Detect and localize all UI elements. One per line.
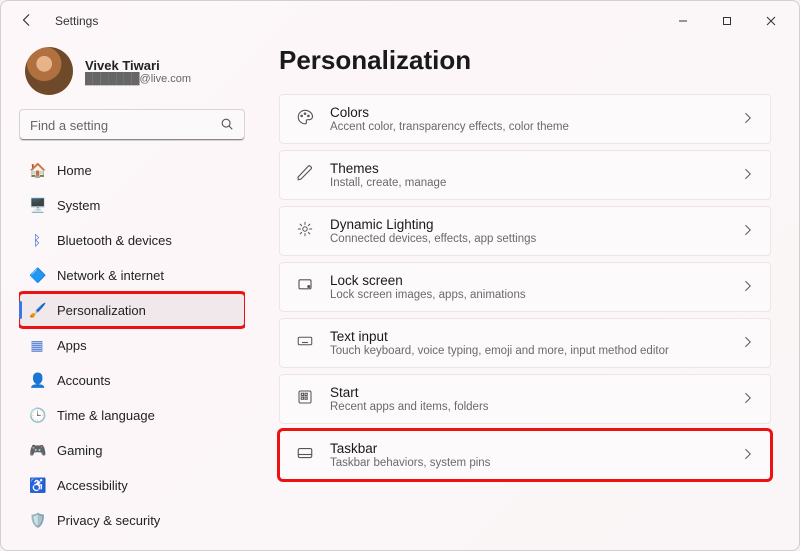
card-text: TaskbarTaskbar behaviors, system pins — [330, 441, 726, 469]
sidebar-item-label: Accounts — [57, 373, 110, 388]
spark-icon — [296, 220, 314, 243]
sidebar-item-accounts[interactable]: 👤 Accounts — [19, 363, 245, 397]
card-subtitle: Touch keyboard, voice typing, emoji and … — [330, 345, 726, 357]
sidebar-item-privacy[interactable]: 🛡️ Privacy & security — [19, 503, 245, 537]
close-button[interactable] — [749, 6, 793, 36]
sidebar-item-gaming[interactable]: 🎮 Gaming — [19, 433, 245, 467]
apps-icon: ▦ — [29, 337, 45, 354]
minimize-button[interactable] — [661, 6, 705, 36]
sidebar-item-label: Bluetooth & devices — [57, 233, 172, 248]
personalization-icon: 🖌️ — [29, 302, 45, 319]
accounts-icon: 👤 — [29, 372, 45, 389]
sidebar-item-accessibility[interactable]: ♿ Accessibility — [19, 468, 245, 502]
card-text: ThemesInstall, create, manage — [330, 161, 726, 189]
card-title: Taskbar — [330, 441, 726, 456]
card-title: Colors — [330, 105, 726, 120]
card-title: Start — [330, 385, 726, 400]
sidebar-item-label: Home — [57, 163, 92, 178]
home-icon: 🏠 — [29, 162, 45, 179]
card-title: Text input — [330, 329, 726, 344]
sidebar-item-label: Personalization — [57, 303, 146, 318]
sidebar-item-label: Network & internet — [57, 268, 164, 283]
card-text-input[interactable]: Text inputTouch keyboard, voice typing, … — [279, 318, 771, 368]
content-area: Vivek Tiwari ███████@live.com 🏠 Home 🖥️ Sys… — [1, 41, 799, 550]
maximize-button[interactable] — [705, 6, 749, 36]
sidebar-item-personalization[interactable]: 🖌️ Personalization — [19, 293, 245, 327]
chevron-right-icon — [742, 448, 754, 463]
keyboard-icon — [296, 332, 314, 355]
app-title: Settings — [55, 14, 98, 28]
profile-block[interactable]: Vivek Tiwari ███████@live.com — [19, 41, 245, 109]
page-title: Personalization — [279, 45, 771, 76]
card-subtitle: Install, create, manage — [330, 177, 726, 189]
sidebar-item-time[interactable]: 🕒 Time & language — [19, 398, 245, 432]
system-icon: 🖥️ — [29, 197, 45, 214]
grid-icon — [296, 388, 314, 411]
search-input[interactable] — [30, 118, 220, 133]
sidebar-item-label: Time & language — [57, 408, 155, 423]
card-taskbar[interactable]: TaskbarTaskbar behaviors, system pins — [279, 430, 771, 480]
palette-icon — [296, 108, 314, 131]
taskbar-icon — [296, 444, 314, 467]
network-icon: 🔷 — [29, 267, 45, 284]
card-text: Lock screenLock screen images, apps, ani… — [330, 273, 726, 301]
settings-card-list: ColorsAccent color, transparency effects… — [279, 94, 771, 480]
window-controls — [661, 6, 793, 36]
avatar — [25, 47, 73, 95]
card-subtitle: Recent apps and items, folders — [330, 401, 726, 413]
sidebar-item-bluetooth[interactable]: ᛒ Bluetooth & devices — [19, 223, 245, 257]
main-panel: Personalization ColorsAccent color, tran… — [251, 41, 799, 550]
sidebar-item-network[interactable]: 🔷 Network & internet — [19, 258, 245, 292]
profile-name: Vivek Tiwari — [85, 58, 191, 73]
chevron-right-icon — [742, 224, 754, 239]
accessibility-icon: ♿ — [29, 477, 45, 494]
sidebar-item-label: Privacy & security — [57, 513, 160, 528]
card-start[interactable]: StartRecent apps and items, folders — [279, 374, 771, 424]
card-themes[interactable]: ThemesInstall, create, manage — [279, 150, 771, 200]
card-colors[interactable]: ColorsAccent color, transparency effects… — [279, 94, 771, 144]
card-subtitle: Lock screen images, apps, animations — [330, 289, 726, 301]
pen-icon — [296, 164, 314, 187]
card-title: Dynamic Lighting — [330, 217, 726, 232]
sidebar-item-label: Apps — [57, 338, 87, 353]
sidebar-item-home[interactable]: 🏠 Home — [19, 153, 245, 187]
profile-email: ███████@live.com — [85, 73, 191, 85]
chevron-right-icon — [742, 112, 754, 127]
card-text: ColorsAccent color, transparency effects… — [330, 105, 726, 133]
sidebar-item-label: System — [57, 198, 100, 213]
time-icon: 🕒 — [29, 407, 45, 424]
card-title: Lock screen — [330, 273, 726, 288]
bluetooth-icon: ᛒ — [29, 232, 45, 248]
card-lock-screen[interactable]: Lock screenLock screen images, apps, ani… — [279, 262, 771, 312]
lock-icon — [296, 276, 314, 299]
titlebar: Settings — [1, 1, 799, 41]
card-dynamic-lighting[interactable]: Dynamic LightingConnected devices, effec… — [279, 206, 771, 256]
card-subtitle: Connected devices, effects, app settings — [330, 233, 726, 245]
search-box[interactable] — [19, 109, 245, 141]
card-text: Text inputTouch keyboard, voice typing, … — [330, 329, 726, 357]
sidebar-item-apps[interactable]: ▦ Apps — [19, 328, 245, 362]
search-icon — [220, 117, 234, 134]
chevron-right-icon — [742, 168, 754, 183]
sidebar-item-label: Gaming — [57, 443, 103, 458]
back-button[interactable] — [15, 13, 39, 30]
sidebar: Vivek Tiwari ███████@live.com 🏠 Home 🖥️ Sys… — [1, 41, 251, 550]
card-text: Dynamic LightingConnected devices, effec… — [330, 217, 726, 245]
chevron-right-icon — [742, 336, 754, 351]
sidebar-item-label: Accessibility — [57, 478, 128, 493]
chevron-right-icon — [742, 392, 754, 407]
chevron-right-icon — [742, 280, 754, 295]
nav-list: 🏠 Home 🖥️ System ᛒ Bluetooth & devices 🔷 Networ… — [19, 153, 245, 540]
card-subtitle: Accent color, transparency effects, colo… — [330, 121, 726, 133]
privacy-icon: 🛡️ — [29, 512, 45, 529]
settings-window: Settings Vivek Tiwari ███████@live.com — [0, 0, 800, 551]
sidebar-item-system[interactable]: 🖥️ System — [19, 188, 245, 222]
gaming-icon: 🎮 — [29, 442, 45, 459]
card-subtitle: Taskbar behaviors, system pins — [330, 457, 726, 469]
card-text: StartRecent apps and items, folders — [330, 385, 726, 413]
card-title: Themes — [330, 161, 726, 176]
